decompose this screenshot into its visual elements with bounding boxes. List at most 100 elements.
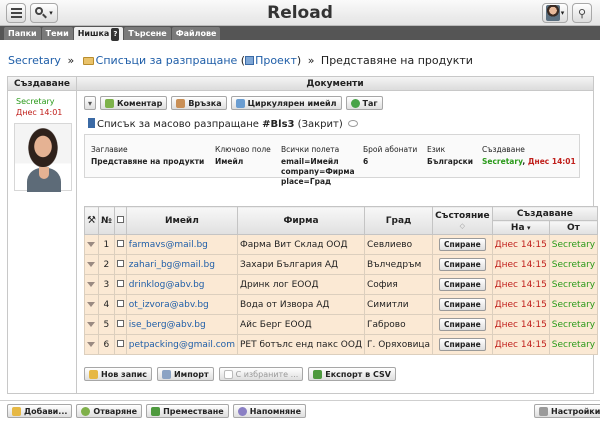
chevron-down-icon: ▾: [560, 9, 565, 17]
pin-icon: ⚲: [577, 6, 587, 20]
open-icon: [81, 406, 91, 416]
row-checkbox[interactable]: [116, 339, 124, 347]
info-created-user[interactable]: Secretary: [482, 157, 522, 166]
info-label-fields: Всички полета: [281, 145, 340, 154]
row-menu-cell[interactable]: [84, 314, 99, 335]
row-created-on: Днес 14:15: [491, 254, 550, 275]
row-created-by[interactable]: Secretary: [548, 254, 599, 275]
row-menu-icon[interactable]: [87, 301, 96, 307]
row-menu-cell[interactable]: [84, 254, 99, 275]
row-checkbox[interactable]: [116, 279, 124, 287]
row-menu-icon[interactable]: [87, 241, 96, 247]
row-created-by[interactable]: Secretary: [548, 274, 599, 295]
settings-button[interactable]: Настройки: [534, 404, 600, 418]
row-state-cell: Спиране: [432, 314, 493, 335]
help-badge[interactable]: ?: [111, 28, 120, 41]
tools-icon[interactable]: ⚒: [87, 215, 96, 226]
author-name[interactable]: Secretary: [16, 97, 55, 106]
row-select-cell: [113, 294, 127, 315]
row-menu-icon[interactable]: [87, 261, 96, 267]
pin-button[interactable]: ⚲: [572, 3, 592, 23]
row-checkbox[interactable]: [116, 259, 124, 267]
row-menu-cell[interactable]: [84, 274, 99, 295]
row-email[interactable]: petpacking@gmail.com: [125, 334, 238, 355]
open-button[interactable]: Отваряне: [76, 404, 143, 418]
row-email[interactable]: ise_berg@abv.bg: [125, 314, 238, 335]
tab-search[interactable]: Търсене: [124, 27, 171, 40]
row-num: 5: [97, 314, 115, 335]
row-email[interactable]: ot_izvora@abv.bg: [125, 294, 238, 315]
table-row[interactable]: 6 petpacking@gmail.com PET ботълс енд пакс…: [84, 334, 599, 355]
state-column-header[interactable]: Състояние ◇: [432, 206, 493, 235]
comment-button[interactable]: Коментар: [100, 96, 168, 110]
remind-button[interactable]: Напомняне: [232, 404, 306, 418]
row-menu-icon[interactable]: [87, 341, 96, 347]
tab-topics[interactable]: Теми: [41, 27, 73, 40]
comment-icon: [105, 98, 115, 108]
row-menu-icon[interactable]: [87, 321, 96, 327]
table-row[interactable]: 1 farmavs@mail.bg Фарма Вит Склад ООД Севли…: [84, 234, 599, 255]
tab-folders[interactable]: Папки: [4, 27, 41, 40]
star-icon: [89, 369, 98, 379]
link-button[interactable]: Връзка: [171, 96, 227, 110]
speech-bubble-icon[interactable]: [347, 120, 358, 127]
row-checkbox[interactable]: [116, 299, 124, 307]
row-select-cell: [113, 314, 127, 335]
stop-button[interactable]: Спиране: [439, 278, 486, 291]
city-column-header[interactable]: Град: [364, 206, 434, 235]
row-created-on: Днес 14:15: [491, 334, 550, 355]
stop-button[interactable]: Спиране: [439, 338, 486, 351]
row-menu-cell[interactable]: [84, 234, 99, 255]
user-menu-button[interactable]: ▾: [542, 3, 568, 23]
breadcrumb-root-link[interactable]: Secretary: [8, 54, 61, 67]
row-created-by[interactable]: Secretary: [548, 234, 599, 255]
row-created-by[interactable]: Secretary: [548, 314, 599, 335]
row-email[interactable]: drinklog@abv.bg: [125, 274, 238, 295]
tag-button[interactable]: Таг: [345, 96, 383, 110]
row-menu-cell[interactable]: [84, 294, 99, 315]
tab-thread[interactable]: Нишка?: [73, 27, 124, 41]
sort-desc-icon: ▾: [524, 223, 531, 232]
created-on-header[interactable]: На ▾: [491, 220, 550, 235]
tag-icon: [350, 98, 360, 108]
with-selected-button[interactable]: С избраните ...: [218, 367, 304, 381]
row-checkbox[interactable]: [116, 319, 124, 327]
company-column-header[interactable]: Фирма: [236, 206, 366, 235]
breadcrumb-project-link[interactable]: Проект: [255, 54, 297, 67]
row-email[interactable]: zahari_bg@mail.bg: [125, 254, 238, 275]
list-icon: [88, 118, 95, 128]
info-language-value: Български: [427, 157, 473, 166]
row-menu-cell[interactable]: [84, 334, 99, 355]
email-column-header[interactable]: Имейл: [125, 206, 238, 235]
tab-label: Търсене: [128, 29, 167, 38]
circular-email-button[interactable]: Циркулярен имейл: [230, 96, 342, 110]
stop-button[interactable]: Спиране: [439, 258, 486, 271]
add-button[interactable]: Добави...: [7, 404, 73, 418]
stop-button[interactable]: Спиране: [439, 318, 486, 331]
tab-files[interactable]: Файлове: [171, 27, 221, 40]
table-row[interactable]: 2 zahari_bg@mail.bg Захари България АД Вълч…: [84, 254, 599, 275]
stop-button[interactable]: Спиране: [439, 298, 486, 311]
info-label-subscribers: Брой абонати: [363, 145, 418, 154]
stop-button[interactable]: Спиране: [439, 238, 486, 251]
breadcrumb-lists-link[interactable]: Списъци за разпращане: [96, 54, 238, 67]
row-menu-icon[interactable]: [87, 281, 96, 287]
table-row[interactable]: 4 ot_izvora@abv.bg Вода от Извора АД Симитл…: [84, 294, 599, 315]
created-by-header[interactable]: От: [548, 220, 599, 235]
new-record-button[interactable]: Нов запис: [84, 367, 152, 381]
row-created-by[interactable]: Secretary: [548, 294, 599, 315]
more-dropdown[interactable]: ▾: [84, 96, 97, 110]
table-row[interactable]: 5 ise_berg@abv.bg Айс Берг ЕООД Габрово Спир…: [84, 314, 599, 335]
button-label: С избраните ...: [235, 369, 299, 379]
list-actions: Нов запис Импорт С избраните ... Експорт…: [84, 367, 396, 381]
row-checkbox[interactable]: [116, 239, 124, 247]
row-created-by[interactable]: Secretary: [548, 334, 599, 355]
export-csv-button[interactable]: Експорт в CSV: [308, 367, 396, 381]
import-button[interactable]: Импорт: [156, 367, 214, 381]
move-button[interactable]: Преместване: [146, 404, 229, 418]
table-row[interactable]: 3 drinklog@abv.bg Дринк лог ЕООД София Спира…: [84, 274, 599, 295]
row-email[interactable]: farmavs@mail.bg: [125, 234, 238, 255]
row-created-on: Днес 14:15: [491, 234, 550, 255]
app-title: Reload: [267, 3, 333, 23]
select-all-checkbox[interactable]: [116, 215, 124, 223]
